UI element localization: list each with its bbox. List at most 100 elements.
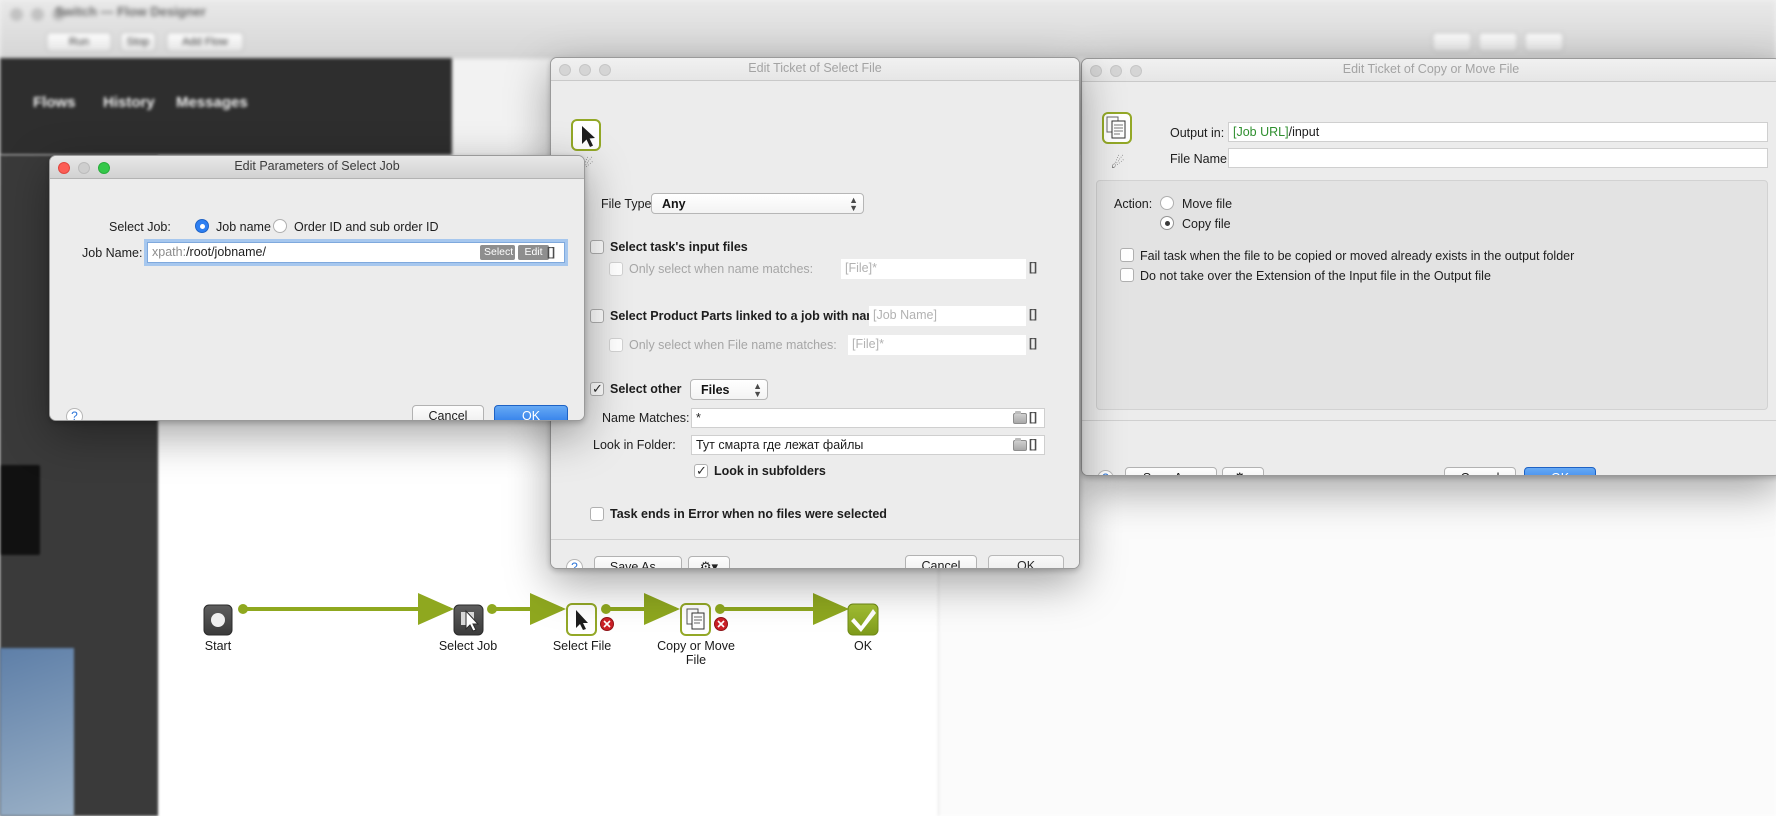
select-file-dialog[interactable]: Edit Ticket of Select File ☄ File Type: … (550, 57, 1080, 569)
checkbox-task-ends-in-error-label: Task ends in Error when no files were se… (610, 507, 887, 521)
select-other-type-select[interactable]: Files ▲ ▼ (690, 379, 768, 400)
copy-or-move-file-dialog[interactable]: Edit Ticket of Copy or Move File ☄ Outpu… (1081, 58, 1776, 476)
radio-move-file[interactable] (1160, 196, 1174, 210)
help-icon[interactable]: ? (1097, 470, 1114, 475)
output-in-token: [Job URL] (1233, 125, 1289, 139)
radio-move-file-label: Move file (1182, 197, 1233, 211)
look-in-folder-label: Look in Folder: (593, 438, 676, 452)
file-type-select[interactable]: Any ▲ ▼ (651, 193, 864, 214)
checkbox-select-product-parts[interactable] (590, 309, 604, 323)
help-icon[interactable]: ? (566, 559, 583, 568)
checkbox-only-when-file-name-matches-label: Only select when File name matches: (629, 338, 837, 352)
select-file-body: ☄ File Type: Any ▲ ▼ Select task's input … (551, 81, 1079, 568)
toolbar-button-add-flow[interactable]: Add Flow (166, 32, 244, 52)
ok-button[interactable]: OK (494, 405, 568, 420)
brackets-icon[interactable]: [] (1029, 336, 1037, 350)
screen: Switch — Flow Designer Run Stop Add Flow… (0, 0, 1776, 816)
node-label-copy-or-move-file: Copy or Move File (657, 639, 735, 667)
dark-tab-flows[interactable]: Flows (33, 94, 76, 111)
checkbox-fail-task-exists[interactable] (1120, 248, 1134, 262)
app-close-icon[interactable] (10, 8, 23, 21)
preview-thumbnail (0, 648, 74, 816)
cursor-icon[interactable] (571, 119, 601, 151)
radio-copy-file[interactable] (1160, 216, 1174, 230)
radio-copy-file-label: Copy file (1182, 217, 1231, 231)
select-job-title: Edit Parameters of Select Job (234, 159, 400, 173)
only-when-file-name-matches-field[interactable]: [File]* (848, 335, 1026, 355)
name-matches-field[interactable]: * (691, 408, 1045, 428)
dark-tab-messages[interactable]: Messages (176, 94, 248, 111)
toolbar-button-b[interactable] (1478, 32, 1518, 52)
toolbar-button-run[interactable]: Run (46, 32, 112, 52)
help-icon[interactable]: ? (66, 408, 83, 420)
toolbar-button-stop[interactable]: Stop (120, 32, 156, 52)
name-matches-label: Name Matches: (602, 411, 690, 425)
radio-order-id[interactable] (273, 219, 287, 233)
app-minimize-icon[interactable] (31, 8, 44, 21)
cancel-button[interactable]: Cancel (1444, 467, 1516, 475)
radio-order-id-label: Order ID and sub order ID (294, 220, 439, 234)
action-group-panel (1096, 180, 1768, 410)
copy-move-title: Edit Ticket of Copy or Move File (1342, 62, 1520, 76)
checkbox-select-other[interactable] (590, 381, 604, 397)
checkbox-task-ends-in-error[interactable] (590, 507, 604, 521)
file-type-value: Any (662, 197, 686, 211)
app-toolbar-buttons: Run Stop Add Flow (0, 26, 1776, 58)
node-label-start: Start (204, 639, 232, 653)
brackets-icon[interactable]: [] (1029, 307, 1037, 321)
job-name-label: Job Name: (82, 246, 143, 260)
brackets-icon[interactable]: [] (1029, 410, 1037, 424)
chevron-updown-icon: ▲ ▼ (849, 195, 858, 213)
select-job-dialog[interactable]: Edit Parameters of Select Job Select Job… (49, 155, 585, 421)
checkbox-keep-extension-label: Do not take over the Extension of the In… (1140, 269, 1491, 283)
dark-tab-history[interactable]: History (103, 94, 155, 111)
brackets-icon[interactable]: [] (547, 245, 555, 259)
folder-icon[interactable] (1013, 411, 1027, 424)
app-toolbar: Switch — Flow Designer Run Stop Add Flow (0, 0, 1776, 58)
brackets-icon[interactable]: [] (1029, 260, 1037, 274)
brackets-icon[interactable]: [] (1029, 437, 1037, 451)
left-rail-item[interactable] (0, 465, 40, 555)
select-file-titlebar[interactable]: Edit Ticket of Select File (551, 58, 1079, 81)
file-name-label: File Name: (1170, 152, 1231, 166)
edit-value-button[interactable]: Edit (518, 245, 549, 260)
copy-move-footer-divider (1082, 420, 1776, 421)
node-label-ok: OK (853, 639, 873, 653)
toolbar-button-a[interactable] (1432, 32, 1472, 52)
checkbox-select-task-input-files[interactable] (590, 240, 604, 254)
cancel-button[interactable]: Cancel (412, 405, 484, 420)
radio-job-name-label: Job name (216, 220, 271, 234)
file-name-field[interactable] (1228, 148, 1768, 168)
product-parts-job-name-field[interactable]: [Job Name] (869, 306, 1026, 326)
output-in-field[interactable]: [Job URL]/input (1228, 122, 1768, 142)
flow-selector-panel: Flows History Messages (0, 58, 452, 155)
checkbox-only-when-name-matches[interactable] (609, 262, 623, 276)
gear-icon[interactable]: ⚙▾ (1222, 467, 1264, 475)
copy-move-titlebar[interactable]: Edit Ticket of Copy or Move File (1082, 59, 1776, 82)
radio-job-name[interactable] (195, 219, 209, 233)
gear-icon[interactable]: ⚙▾ (688, 556, 730, 568)
only-when-name-matches-field[interactable]: [File]* (841, 259, 1026, 279)
job-name-prefix: xpath: (152, 245, 187, 259)
ok-button[interactable]: OK (1524, 467, 1596, 475)
checkbox-only-when-name-matches-label: Only select when name matches: (629, 262, 814, 276)
checkbox-fail-task-exists-label: Fail task when the file to be copied or … (1140, 249, 1575, 263)
folder-icon[interactable] (1013, 438, 1027, 451)
node-label-select-file: Select File (552, 639, 612, 653)
checkbox-only-when-file-name-matches[interactable] (609, 338, 623, 352)
toolbar-button-c[interactable] (1524, 32, 1564, 52)
chevron-updown-icon: ▲ ▼ (753, 381, 762, 399)
checkbox-keep-extension[interactable] (1120, 268, 1134, 282)
ok-button[interactable]: OK (988, 555, 1064, 568)
copy-file-icon[interactable] (1102, 112, 1132, 144)
look-in-folder-field[interactable]: Тут смарта где лежат файлы (691, 435, 1045, 455)
save-as-button[interactable]: Save As... (1125, 467, 1217, 475)
output-in-label: Output in: (1170, 126, 1225, 140)
checkbox-look-in-subfolders[interactable] (694, 463, 708, 479)
cancel-button[interactable]: Cancel (905, 555, 977, 568)
select-value-button[interactable]: Select (480, 245, 515, 260)
select-job-titlebar[interactable]: Edit Parameters of Select Job (50, 156, 584, 179)
save-as-button[interactable]: Save As... (594, 556, 682, 568)
checkbox-select-product-parts-label: Select Product Parts linked to a job wit… (610, 309, 889, 323)
bell-icon[interactable]: ☄ (1111, 154, 1124, 172)
